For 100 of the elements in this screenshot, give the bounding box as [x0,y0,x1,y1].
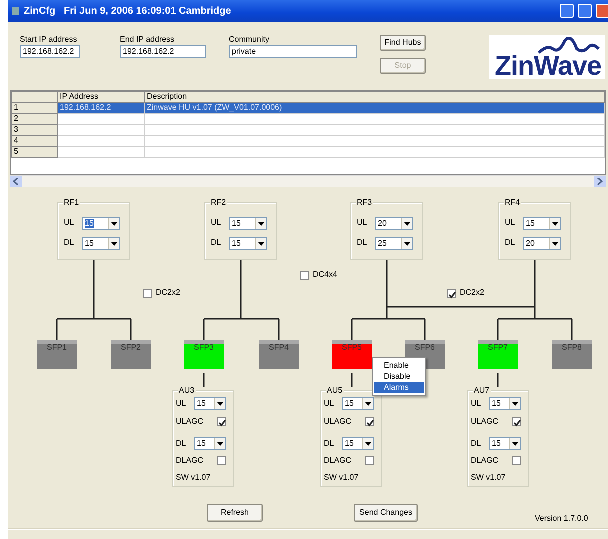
menu-item[interactable]: Alarms [374,382,424,393]
field-label: DL [471,439,482,449]
row-number: 2 [12,114,58,124]
dropdown[interactable]: 15 [82,237,120,250]
dropdown[interactable]: 15 [229,217,267,230]
window-title: ZinCfg Fri Jun 9, 2006 16:09:01 Cambridge [24,4,232,18]
input-field[interactable]: 192.168.162.2 [20,45,80,58]
checkbox[interactable] [217,417,226,426]
version-label: SW v1.07 [324,473,359,483]
dropdown[interactable]: 15 [342,437,374,450]
wave-icon [537,37,601,55]
field-label: UL [211,218,222,228]
table-cell[interactable]: 192.168.162.2 [58,102,144,114]
field-label: DL [211,238,222,248]
checkbox[interactable] [217,456,226,465]
field-label: UL [324,399,334,409]
caret-icon[interactable] [216,402,224,406]
checkbox[interactable] [365,456,374,465]
group-title: RF4 [504,198,522,207]
field-label: Community [229,35,270,45]
field-label: DL [176,439,186,449]
dropdown[interactable]: 25 [375,237,413,250]
brand-logo: ZinWave [495,56,602,76]
table-cell[interactable] [58,114,144,124]
row-number: 1 [12,102,58,114]
dropdown[interactable]: 15 [489,397,521,410]
version-label: SW v1.07 [176,473,211,483]
dropdown[interactable]: 15 [82,217,120,230]
dropdown[interactable]: 15 [523,217,561,230]
field-label: End IP address [120,35,176,45]
checkbox[interactable] [300,270,309,280]
dropdown[interactable]: 15 [229,237,267,250]
caret-icon[interactable] [258,242,264,246]
table-cell[interactable] [144,124,604,136]
maximize-button[interactable] [578,4,592,18]
table-cell[interactable] [144,114,604,124]
group-title: AU5 [326,386,344,395]
group-title: RF1 [63,198,80,207]
group-title: AU3 [178,386,196,395]
close-button[interactable] [596,4,608,18]
caret-icon[interactable] [364,402,372,406]
input-field[interactable]: 192.168.162.2 [120,45,206,58]
row-number: 3 [12,124,58,136]
dropdown[interactable]: 15 [342,397,374,410]
field-label: DL [324,439,334,449]
checkbox[interactable] [365,417,374,426]
connector-line [203,373,205,387]
field-label: UL [471,399,482,409]
dropdown[interactable]: 15 [489,437,521,450]
checkbox-label: ULAGC [324,417,352,427]
table-cell[interactable] [144,136,604,146]
scroll-right-button[interactable] [594,176,606,187]
connector-line [351,373,353,387]
find-button[interactable]: Find Hubs [380,35,426,51]
sfp-block[interactable]: SFP7 [478,340,518,369]
caret-icon[interactable] [552,242,558,246]
table-cell[interactable] [58,124,144,136]
input-field[interactable]: private [229,45,357,58]
version-label: Version 1.7.0.0 [535,514,588,524]
field-label: DL [505,238,516,248]
caret-icon[interactable] [258,222,264,226]
column-header: Description [144,92,604,102]
table-cell[interactable] [58,146,144,158]
dropdown[interactable]: 20 [523,237,561,250]
dropdown[interactable]: 15 [194,437,226,450]
checkbox-label: DC4x4 [313,270,338,280]
row-number: 4 [12,136,58,146]
caret-icon[interactable] [364,442,372,446]
field-label: DL [357,238,368,248]
checkbox[interactable] [512,417,521,426]
connector-line [497,373,499,387]
table-cell[interactable] [144,146,604,158]
refresh-button[interactable]: Refresh [207,504,263,522]
checkbox[interactable] [143,288,152,298]
caret-icon[interactable] [110,242,118,246]
table-cell[interactable]: Zinwave HU v1.07 (ZW_V01.07.0006) [144,102,604,114]
table-cell[interactable] [58,136,144,146]
checkbox-label: DC2x2 [156,288,180,298]
dropdown[interactable]: 20 [375,217,413,230]
caret-icon[interactable] [216,442,224,446]
checkbox[interactable] [512,456,521,465]
caret-icon[interactable] [404,222,410,226]
field-label: UL [176,399,186,409]
caret-icon[interactable] [512,442,518,446]
caret-icon[interactable] [110,222,118,226]
dropdown[interactable]: 15 [194,397,226,410]
menu-item[interactable]: Disable [374,371,424,382]
checkbox-label: DC2x2 [460,288,484,298]
caret-icon[interactable] [512,402,518,406]
group-title: RF3 [356,198,374,207]
minimize-button[interactable] [560,4,574,18]
caret-icon[interactable] [404,242,410,246]
send-button[interactable]: Send Changes [354,504,418,522]
checkbox-label: ULAGC [471,417,499,427]
field-label: DL [64,238,74,248]
checkbox-label: ULAGC [176,417,204,427]
sfp-block[interactable]: SFP3 [184,340,224,369]
caret-icon[interactable] [552,222,558,226]
scroll-left-button[interactable] [10,176,22,187]
checkbox[interactable] [447,288,456,298]
